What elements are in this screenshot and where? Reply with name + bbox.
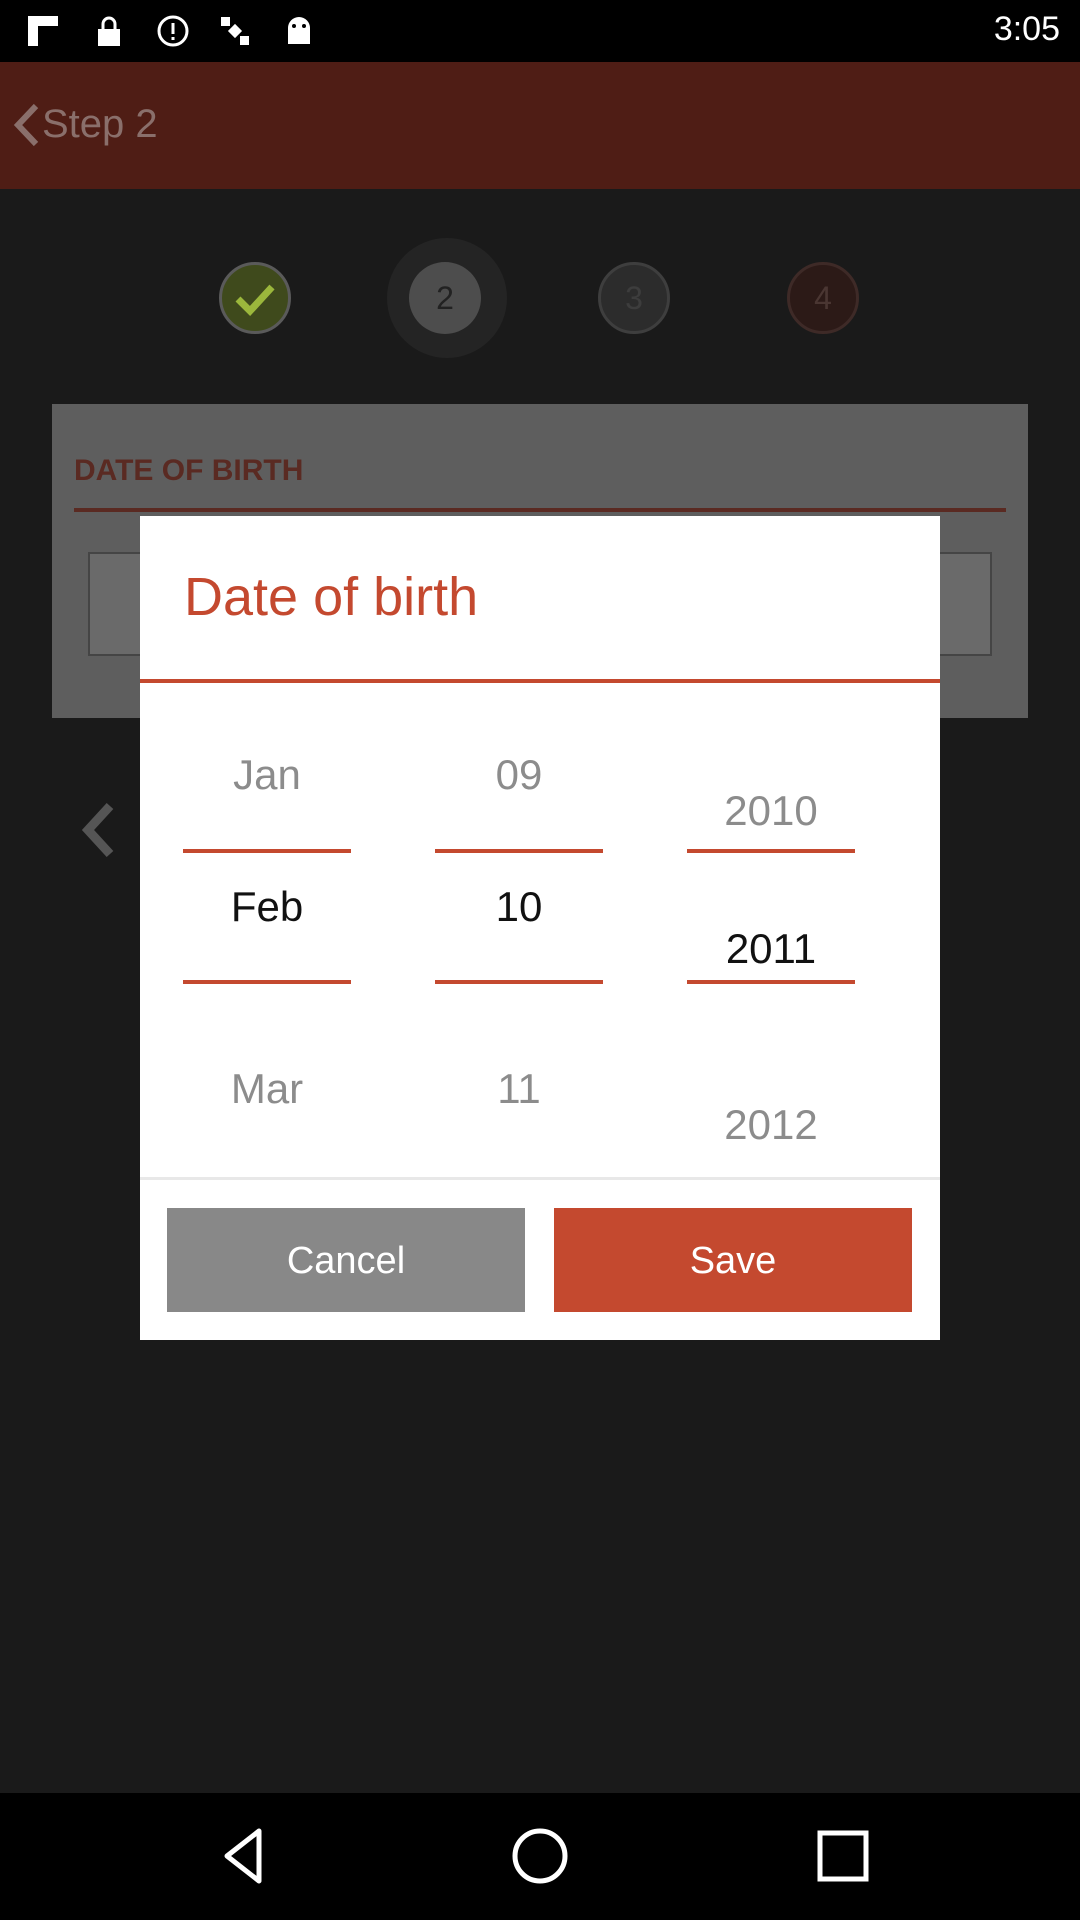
app-bar-title[interactable]: Step 2 xyxy=(42,102,158,147)
dob-section-label: DATE OF BIRTH xyxy=(74,454,304,487)
year-selected[interactable]: 2011 xyxy=(687,925,855,973)
section-divider xyxy=(74,508,1006,512)
check-icon xyxy=(235,284,275,317)
lock-icon xyxy=(92,14,126,48)
clock: 3:05 xyxy=(993,10,1060,48)
month-next[interactable]: Mar xyxy=(183,1065,351,1113)
step-2-current[interactable]: 2 xyxy=(409,262,481,334)
year-prev[interactable]: 2010 xyxy=(687,787,855,835)
back-icon[interactable] xyxy=(213,1823,279,1889)
cancel-button[interactable]: Cancel xyxy=(167,1208,525,1312)
year-picker[interactable]: 2010 2011 2012 xyxy=(687,683,855,1171)
month-selected[interactable]: Feb xyxy=(183,883,351,931)
step-4[interactable]: 4 xyxy=(787,262,859,334)
step-3[interactable]: 3 xyxy=(598,262,670,334)
save-button[interactable]: Save xyxy=(554,1208,912,1312)
day-selection-top-line xyxy=(435,849,603,853)
year-selection-bottom-line xyxy=(687,980,855,984)
navigation-bar xyxy=(0,1793,1080,1920)
chevron-left-icon[interactable] xyxy=(78,800,118,860)
dialog-title: Date of birth xyxy=(184,567,479,627)
button-divider xyxy=(140,1177,940,1180)
month-prev[interactable]: Jan xyxy=(183,751,351,799)
recents-icon[interactable] xyxy=(810,1823,876,1889)
date-picker-dialog: Date of birth Jan Feb Mar 09 10 11 2010 … xyxy=(140,516,940,1340)
android-icon xyxy=(282,14,316,48)
year-selection-top-line xyxy=(687,849,855,853)
chevron-left-icon[interactable] xyxy=(8,100,44,150)
home-icon[interactable] xyxy=(507,1823,573,1889)
month-selection-top-line xyxy=(183,849,351,853)
satellite-icon xyxy=(218,14,252,48)
day-next[interactable]: 11 xyxy=(435,1065,603,1113)
step-1-done[interactable] xyxy=(219,262,291,334)
year-next[interactable]: 2012 xyxy=(687,1101,855,1149)
status-bar: 3:05 xyxy=(0,0,1080,62)
day-selected[interactable]: 10 xyxy=(435,883,603,931)
day-picker[interactable]: 09 10 11 xyxy=(435,683,603,1171)
month-selection-bottom-line xyxy=(183,980,351,984)
flipboard-icon xyxy=(26,14,60,48)
app-bar: Step 2 xyxy=(0,62,1080,189)
day-selection-bottom-line xyxy=(435,980,603,984)
day-prev[interactable]: 09 xyxy=(435,751,603,799)
info-icon xyxy=(156,14,190,48)
month-picker[interactable]: Jan Feb Mar xyxy=(183,683,351,1171)
